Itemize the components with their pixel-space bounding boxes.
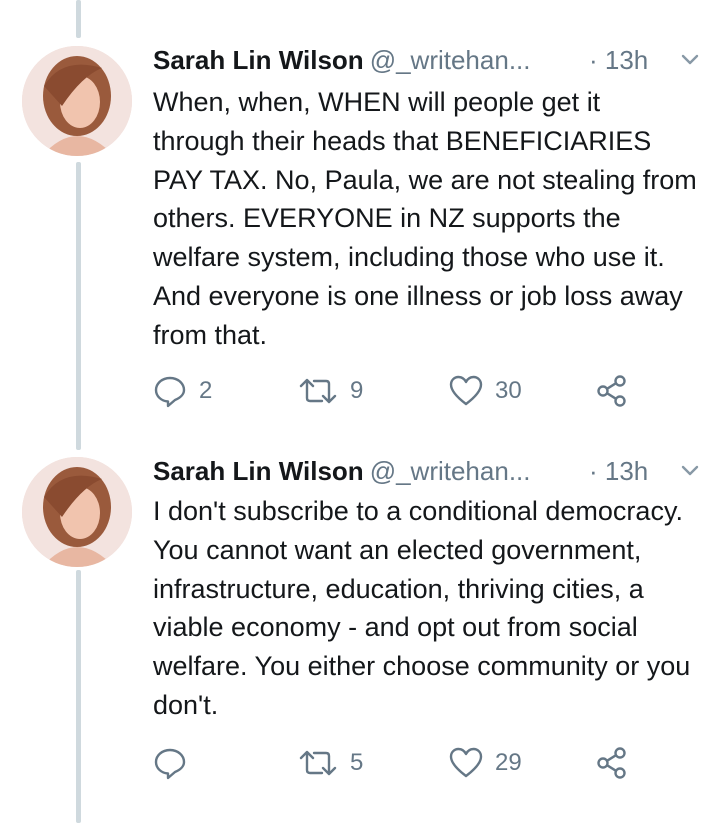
retweet-icon: [299, 750, 337, 776]
author-handle[interactable]: @_writehan...: [370, 456, 531, 486]
retweet-count: 5: [350, 749, 364, 776]
tweet-header: Sarah Lin Wilson @_writehan... · 13h: [153, 451, 713, 491]
chevron-down-icon[interactable]: [677, 46, 703, 72]
retweet-button[interactable]: 5: [298, 743, 363, 783]
heart-icon: [449, 375, 483, 406]
author-name[interactable]: Sarah Lin Wilson: [153, 45, 364, 75]
heart-icon: [449, 747, 483, 778]
retweet-count: 9: [350, 377, 364, 404]
tweet-actions: 2 9 30: [153, 371, 653, 411]
retweet-button[interactable]: 9: [298, 371, 363, 411]
timestamp[interactable]: · 13h: [589, 40, 648, 80]
tweet[interactable]: Sarah Lin Wilson @_writehan... · 13h I do…: [0, 451, 720, 801]
like-count: 29: [495, 749, 522, 776]
reply-count: 2: [199, 377, 213, 404]
reply-button[interactable]: [153, 743, 199, 783]
retweet-icon: [299, 378, 337, 404]
thread-line-top: [76, 0, 81, 38]
author-name[interactable]: Sarah Lin Wilson: [153, 456, 364, 486]
share-icon: [597, 747, 626, 779]
reply-icon: [154, 376, 186, 408]
avatar[interactable]: [22, 457, 132, 567]
timestamp[interactable]: · 13h: [589, 451, 648, 491]
author-handle[interactable]: @_writehan...: [370, 45, 531, 75]
avatar[interactable]: [22, 46, 132, 156]
like-button[interactable]: 30: [449, 371, 522, 411]
like-button[interactable]: 29: [449, 743, 522, 783]
reply-button[interactable]: 2: [153, 371, 212, 411]
tweet[interactable]: Sarah Lin Wilson @_writehan... · 13h When…: [0, 40, 720, 420]
tweet-actions: 5 29: [153, 743, 653, 783]
chevron-down-icon[interactable]: [677, 457, 703, 483]
reply-icon: [154, 748, 186, 780]
tweet-header: Sarah Lin Wilson @_writehan... · 13h: [153, 40, 713, 80]
tweet-text: I don't subscribe to a conditional democ…: [153, 496, 691, 720]
share-button[interactable]: [595, 371, 629, 411]
share-button[interactable]: [595, 743, 629, 783]
tweet-text: When, when, WHEN will people get it thro…: [153, 87, 697, 350]
like-count: 30: [495, 377, 522, 404]
share-icon: [597, 375, 626, 407]
